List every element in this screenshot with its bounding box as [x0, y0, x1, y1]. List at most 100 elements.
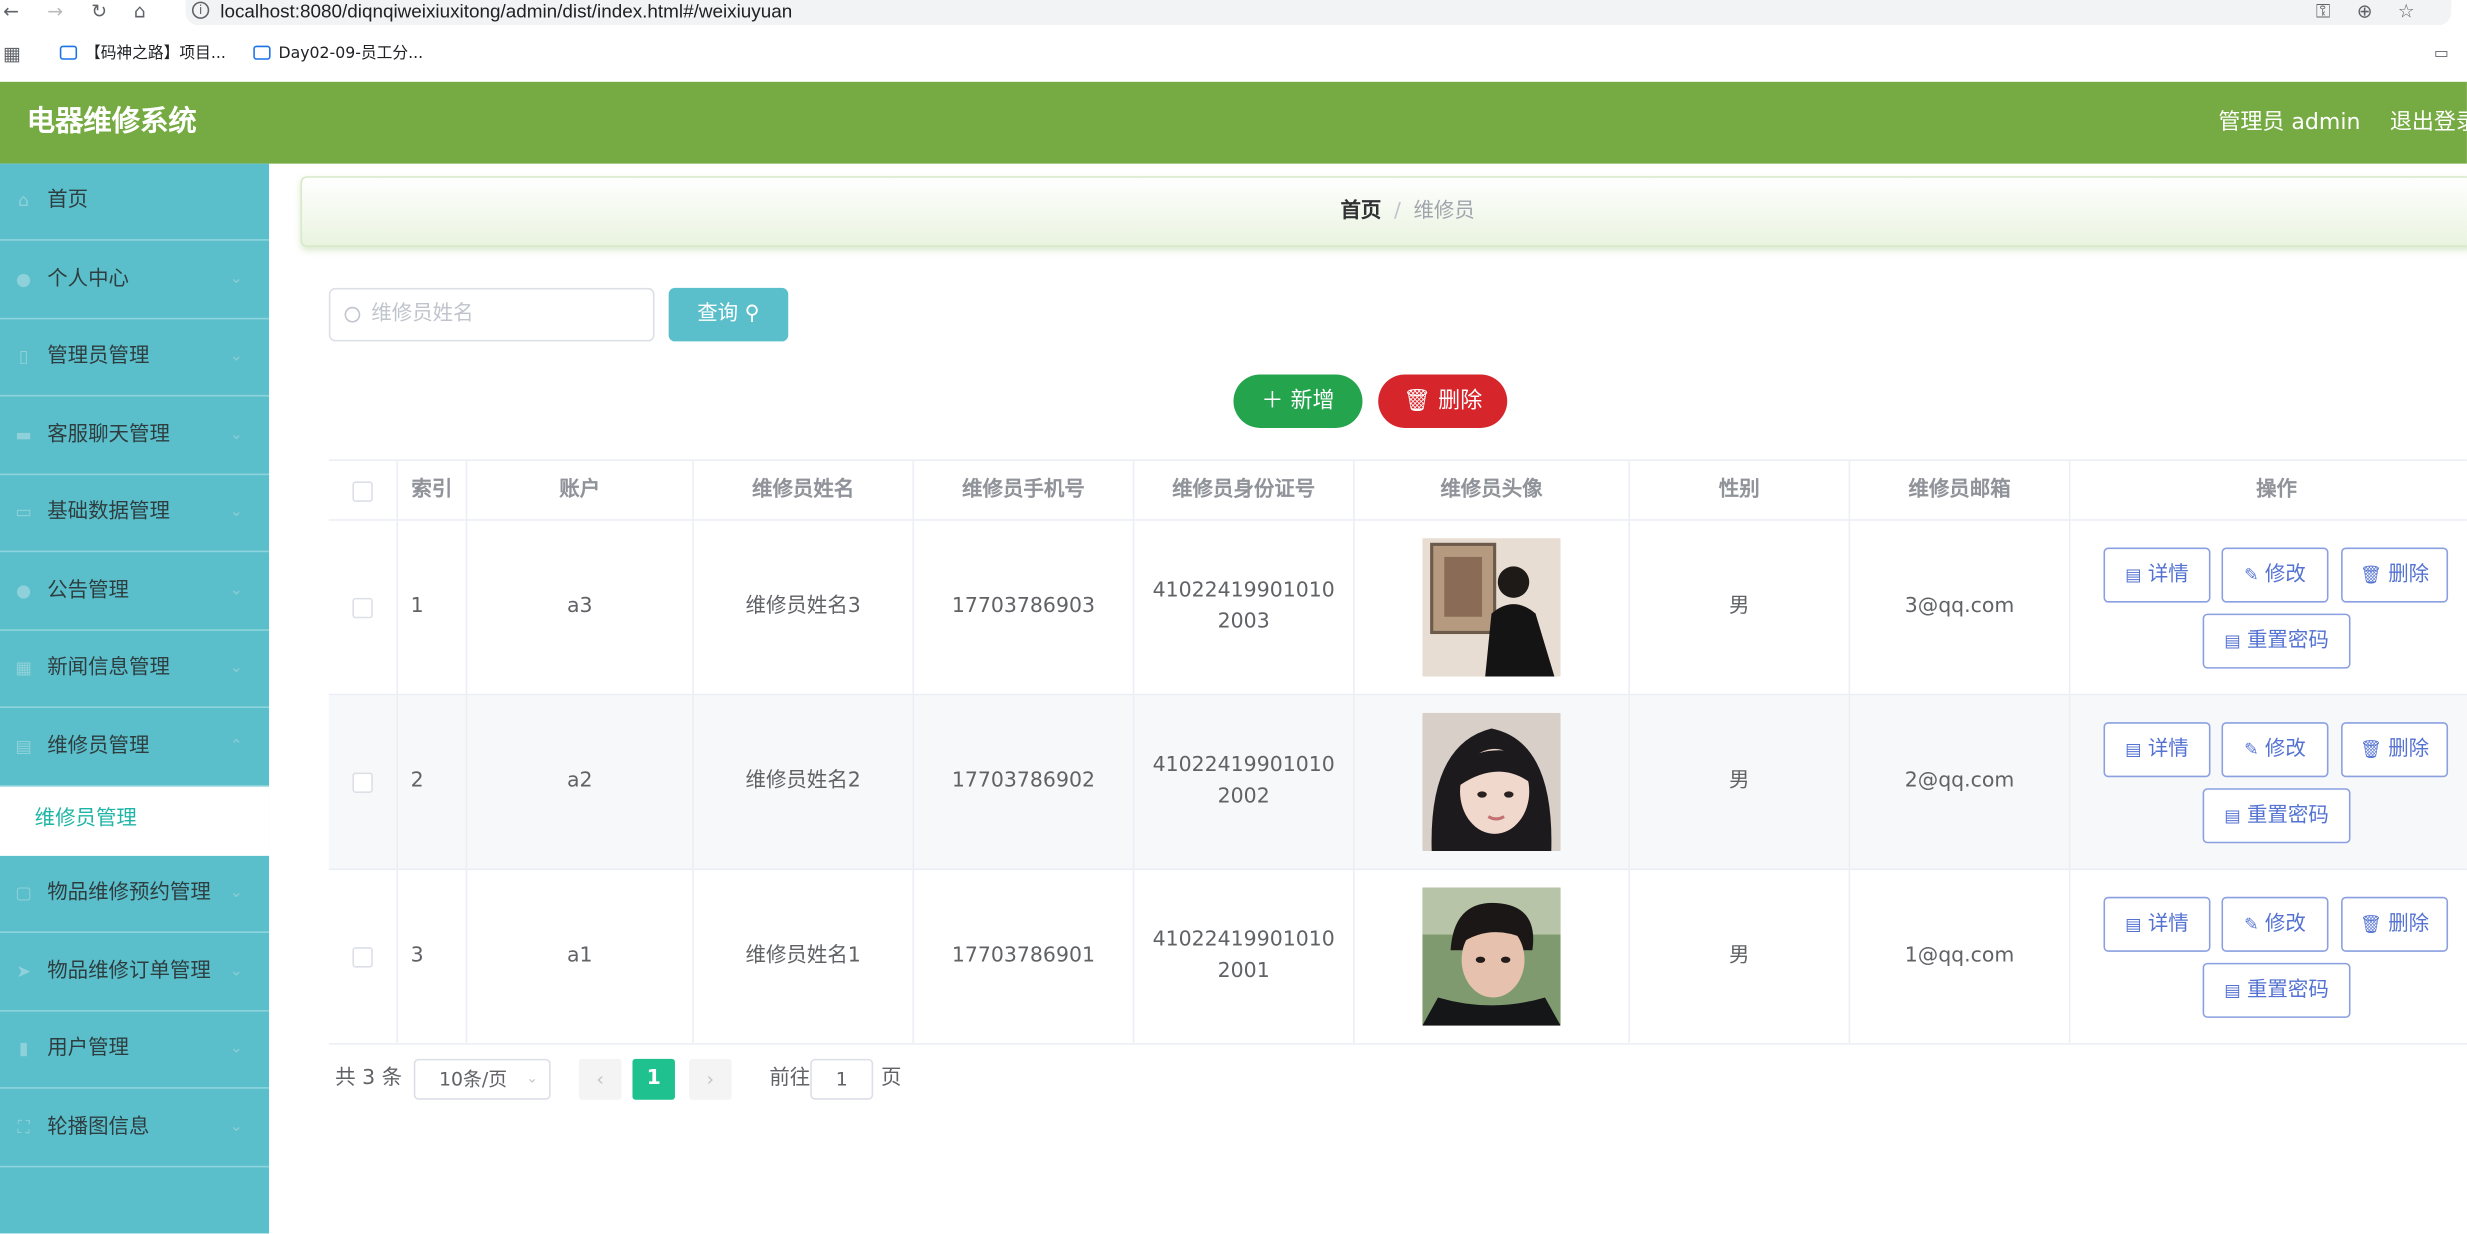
goto-page-input[interactable]: 1 — [810, 1058, 874, 1100]
sidebar-item-chat[interactable]: ▬ 客服聊天管理 ⌄ — [0, 398, 270, 476]
sidebar-subitem-repairmen[interactable]: 维修员管理 — [0, 786, 270, 856]
bilibili-icon — [59, 45, 78, 60]
logout-button[interactable]: 退出登录 — [2390, 107, 2467, 138]
select-all-checkbox[interactable] — [329, 460, 399, 521]
delete-button[interactable]: 🗑 删除 — [2341, 547, 2449, 603]
sidebar-item-label: 管理员管理 — [47, 344, 150, 369]
reset-password-button[interactable]: ▤ 重置密码 — [2202, 962, 2351, 1018]
breadcrumb-home[interactable]: 首页 — [1340, 200, 1381, 224]
detail-button[interactable]: ▤ 详情 — [2103, 547, 2211, 603]
edit-button[interactable]: ✎ 修改 — [2221, 722, 2329, 778]
sidebar-item-home[interactable]: ⌂ 首页 — [0, 164, 270, 241]
checkbox[interactable] — [352, 771, 373, 793]
sidebar-item-profile[interactable]: ● 个人中心 ⌄ — [0, 242, 270, 320]
sidebar-item-admins[interactable]: ▯ 管理员管理 ⌄ — [0, 319, 270, 397]
bookmark-1[interactable]: 【码神之路】项目... — [59, 42, 226, 67]
document-icon: ▤ — [2224, 630, 2241, 652]
edit-icon: ✎ — [2244, 739, 2259, 760]
checkbox[interactable] — [352, 946, 373, 967]
user-icon: ● — [16, 580, 32, 602]
back-icon[interactable]: ← — [3, 0, 19, 22]
zoom-icon[interactable]: ⊕ — [2357, 0, 2373, 22]
user-icon: ● — [16, 269, 32, 290]
cell-phone: 17703786902 — [914, 695, 1135, 869]
page-size-select[interactable]: 10条/页 ⌄ — [413, 1058, 551, 1100]
apps-icon[interactable]: ▦ — [3, 41, 21, 66]
home-icon[interactable]: ⌂ — [134, 0, 146, 22]
sidebar-item-repairmen[interactable]: ▤ 维修员管理 ⌃ — [0, 710, 270, 787]
detail-button[interactable]: ▤ 详情 — [2103, 722, 2211, 778]
cell-idcard: 410224199010102002 — [1134, 695, 1355, 869]
cell-index: 2 — [398, 695, 468, 869]
sidebar-item-basedata[interactable]: ▭ 基础数据管理 ⌄ — [0, 475, 270, 553]
address-bar[interactable]: i localhost:8080/diqnqiweixiuxitong/admi… — [185, 0, 2452, 26]
forward-icon[interactable]: → — [47, 0, 63, 22]
cell-gender: 男 — [1630, 520, 1851, 694]
sidebar-item-carousel[interactable]: ⛶ 轮播图信息 ⌄ — [0, 1090, 270, 1168]
delete-label: 删除 — [2388, 737, 2430, 762]
edit-label: 修改 — [2264, 737, 2306, 762]
repairmen-table: 索引 账户 维修员姓名 维修员手机号 维修员身份证号 维修员头像 性别 维修员邮… — [328, 459, 2467, 1045]
chevron-down-icon: ⌄ — [229, 1039, 243, 1058]
add-button-label: 新增 — [1290, 388, 1335, 414]
detail-button[interactable]: ▤ 详情 — [2103, 896, 2211, 952]
checkbox[interactable] — [352, 480, 373, 502]
avatar[interactable] — [1422, 538, 1561, 677]
sidebar-item-label: 公告管理 — [47, 578, 130, 603]
folder-icon[interactable]: ▭ — [2434, 42, 2449, 67]
row-select[interactable] — [329, 870, 399, 1044]
url-text[interactable]: localhost:8080/diqnqiweixiuxitong/admin/… — [220, 0, 792, 22]
row-select[interactable] — [329, 695, 399, 869]
archive-icon: ▤ — [15, 736, 32, 757]
current-page[interactable]: 1 — [632, 1058, 675, 1100]
bulk-delete-button[interactable]: 🗑 删除 — [1378, 374, 1508, 428]
star-icon[interactable]: ☆ — [2398, 0, 2415, 22]
edit-label: 修改 — [2264, 563, 2306, 587]
bookmark-2[interactable]: Day02-09-员工分... — [253, 42, 423, 67]
search-button[interactable]: 查询 ⚲ — [668, 287, 789, 342]
sidebar-item-orders[interactable]: ➤ 物品维修订单管理 ⌄ — [0, 935, 270, 1012]
reload-icon[interactable]: ↻ — [91, 0, 107, 22]
sidebar-subitem-label: 维修员管理 — [34, 807, 137, 831]
reset-password-button[interactable]: ▤ 重置密码 — [2202, 613, 2351, 669]
checkbox[interactable] — [352, 597, 373, 618]
delete-button[interactable]: 🗑 删除 — [2341, 896, 2449, 952]
avatar[interactable] — [1422, 887, 1561, 1026]
cell-account: a3 — [467, 520, 694, 694]
idcard-text: 410224199010102001 — [1152, 928, 1335, 984]
reset-password-button[interactable]: ▤ 重置密码 — [2202, 788, 2351, 844]
sidebar-item-news[interactable]: ▦ 新闻信息管理 ⌄ — [0, 631, 270, 708]
row-select[interactable] — [329, 520, 399, 694]
cell-index: 3 — [398, 870, 468, 1044]
next-page-button[interactable]: › — [689, 1058, 732, 1100]
sidebar-item-users[interactable]: ▮ 用户管理 ⌄ — [0, 1012, 270, 1089]
detail-label: 详情 — [2147, 912, 2189, 937]
sidebar-item-label: 维修员管理 — [47, 734, 150, 759]
sidebar-item-appointments[interactable]: ▢ 物品维修预约管理 ⌄ — [0, 856, 270, 933]
breadcrumb-current: 维修员 — [1413, 199, 1475, 224]
chevron-down-icon: ⌄ — [229, 582, 243, 600]
prev-page-button[interactable]: ‹ — [578, 1058, 622, 1100]
pagination-total: 共 3 条 — [335, 1066, 403, 1091]
delete-button[interactable]: 🗑 删除 — [2341, 722, 2449, 778]
key-icon[interactable]: ⚿ — [2316, 0, 2330, 22]
chevron-down-icon: ⌄ — [229, 884, 243, 902]
search-input[interactable]: 维修员姓名 — [328, 287, 655, 342]
add-button[interactable]: ＋ 新增 — [1233, 374, 1363, 428]
home-icon: ⌂ — [18, 190, 30, 211]
edit-button[interactable]: ✎ 修改 — [2221, 896, 2329, 952]
chevron-down-icon: ⌄ — [229, 426, 243, 444]
breadcrumb-separator: / — [1393, 199, 1401, 224]
document-icon: ▤ — [2125, 739, 2142, 760]
site-info-icon[interactable]: i — [191, 1, 210, 19]
chevron-down-icon: ⌄ — [229, 659, 243, 677]
edit-button[interactable]: ✎ 修改 — [2221, 547, 2329, 603]
col-name: 维修员姓名 — [694, 460, 915, 521]
col-email: 维修员邮箱 — [1850, 460, 2071, 521]
sidebar-item-label: 物品维修预约管理 — [47, 881, 211, 905]
avatar[interactable] — [1422, 712, 1561, 852]
chevron-left-icon: ‹ — [596, 1068, 604, 1091]
search-button-label: 查询 — [697, 302, 739, 326]
sidebar-item-notice[interactable]: ● 公告管理 ⌄ — [0, 554, 270, 631]
cell-idcard: 410224199010102003 — [1134, 520, 1355, 694]
